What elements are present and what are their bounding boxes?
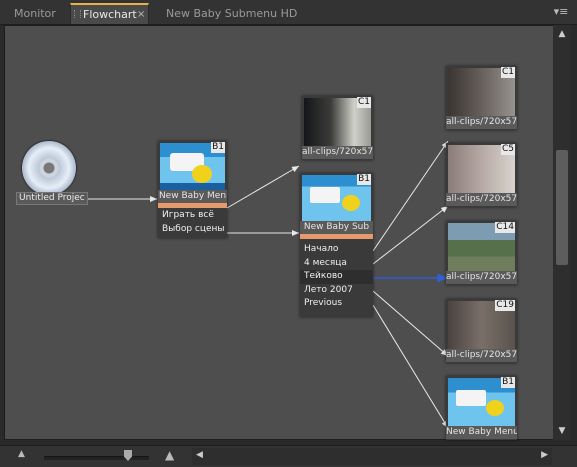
menu-badge: B1: [501, 377, 515, 388]
submenu-highlight-bar: [300, 234, 373, 239]
scroll-right-icon[interactable]: ▶: [541, 450, 548, 460]
clip-node-top[interactable]: C1 all-clips/720x57: [302, 96, 373, 160]
disc-icon: [22, 141, 76, 195]
clip-badge: C19: [495, 300, 515, 311]
scroll-left-icon[interactable]: ◀: [196, 450, 203, 460]
zoom-out-icon[interactable]: ▲: [18, 449, 25, 459]
main-menu-node[interactable]: B1 New Baby Men Играть всё Выбор сцены: [158, 141, 227, 238]
main-menu-items: Играть всё Выбор сцены: [158, 209, 227, 236]
menu-node-right[interactable]: B1 New Baby Menu: [446, 376, 517, 440]
link-play-all: [226, 165, 300, 209]
vertical-scrollbar[interactable]: ▲ ▼: [553, 25, 571, 440]
menu-label: New Baby Menu: [446, 426, 517, 439]
clip-node-c5[interactable]: C5 all-clips/720x57: [446, 143, 517, 207]
clip-badge: C5: [500, 144, 515, 155]
tab-monitor[interactable]: Monitor: [14, 4, 56, 24]
zoom-slider-track[interactable]: [44, 456, 149, 460]
flowchart-canvas[interactable]: Untitled Projec B1 New Baby Men Играть в…: [4, 25, 554, 440]
scroll-down-icon[interactable]: ▼: [553, 422, 571, 440]
panel-menu-icon[interactable]: ▾≡: [553, 5, 569, 19]
scroll-thumb[interactable]: [556, 150, 568, 265]
clip-label: all-clips/720x57: [446, 193, 517, 206]
clip-badge: C1: [356, 97, 371, 108]
main-menu-title: New Baby Men: [158, 190, 227, 203]
submenu-title: New Baby Sub: [300, 221, 373, 234]
clip-badge: C14: [495, 222, 515, 233]
submenu-item-start[interactable]: Начало: [300, 243, 373, 257]
clip-label: all-clips/720x57: [446, 349, 517, 362]
bottom-toolbar: ▲ ▲ ◀ ▶: [0, 445, 577, 467]
close-icon[interactable]: ×: [137, 5, 145, 25]
menu-badge: B1: [211, 142, 225, 153]
tab-flowchart[interactable]: Flowchart ×: [70, 3, 149, 24]
submenu-node[interactable]: B1 New Baby Sub Начало 4 месяца Тейково …: [300, 173, 373, 317]
submenu-item-teikovo[interactable]: Тейково: [300, 270, 373, 284]
submenu-item-previous[interactable]: Previous: [300, 297, 373, 311]
clip-node-c19[interactable]: C19 all-clips/720x57: [446, 299, 517, 363]
clip-badge: C1: [500, 67, 515, 78]
submenu-item-4-months[interactable]: 4 месяца: [300, 257, 373, 271]
disc-label: Untitled Projec: [16, 192, 88, 205]
horizontal-scrollbar[interactable]: ◀ ▶: [192, 448, 552, 465]
tab-new-baby-submenu-hd[interactable]: New Baby Submenu HD: [166, 4, 297, 24]
submenu-item-summer-2007[interactable]: Лето 2007: [300, 284, 373, 298]
submenu-badge: B1: [357, 174, 371, 185]
scroll-up-icon[interactable]: ▲: [553, 25, 571, 43]
clip-label: all-clips/720x57: [302, 146, 373, 159]
zoom-in-icon[interactable]: ▲: [165, 448, 174, 462]
tab-bar: Monitor Flowchart × New Baby Submenu HD …: [0, 0, 577, 25]
drag-grip-icon[interactable]: [74, 10, 81, 18]
menu-highlight-bar: [158, 203, 227, 208]
menu-item-scene-select[interactable]: Выбор сцены: [158, 223, 227, 237]
clip-node-c1[interactable]: C1 all-clips/720x57: [446, 66, 517, 130]
clip-label: all-clips/720x57: [446, 271, 517, 284]
tab-label: Flowchart: [83, 8, 137, 21]
submenu-items: Начало 4 месяца Тейково Лето 2007 Previo…: [300, 243, 373, 311]
clip-node-c14[interactable]: C14 all-clips/720x57: [446, 221, 517, 285]
clip-label: all-clips/720x57: [446, 116, 517, 129]
disc-node[interactable]: [20, 139, 78, 197]
menu-item-play-all[interactable]: Играть всё: [158, 209, 227, 223]
